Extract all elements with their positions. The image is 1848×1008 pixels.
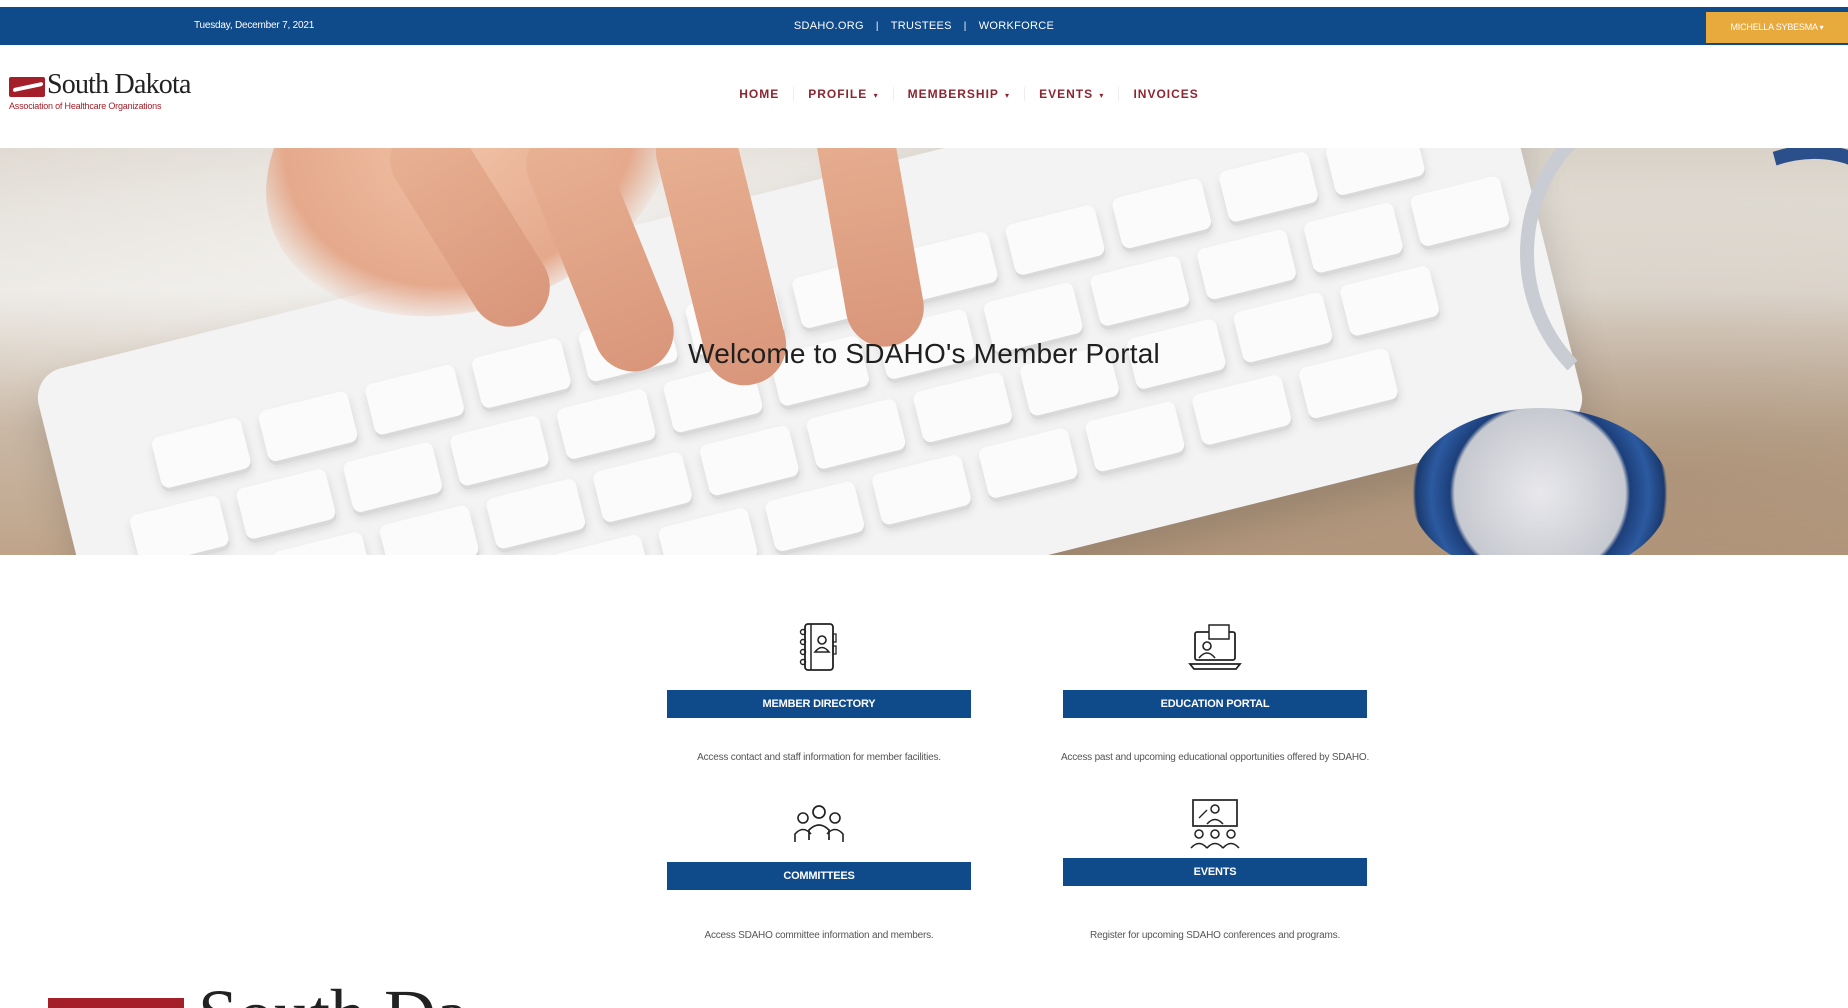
nav-membership[interactable]: MEMBERSHIP ▾ [894, 87, 1026, 101]
key [271, 530, 374, 555]
key [911, 370, 1014, 444]
tile-committees: COMMITTEES Access SDAHO committee inform… [667, 796, 971, 941]
tile-events: EVENTS Register for upcoming SDAHO confe… [1063, 796, 1367, 941]
user-menu-button[interactable]: MICHELLA SYBESMA ▾ [1706, 12, 1848, 43]
events-description: Register for upcoming SDAHO conferences … [1089, 930, 1341, 941]
hero-banner: Welcome to SDAHO's Member Portal [0, 148, 1848, 555]
user-name: MICHELLA SYBESMA [1730, 22, 1818, 32]
tile-member-directory: MEMBER DIRECTORY Access contact and staf… [667, 618, 971, 763]
link-workforce[interactable]: WORKFORCE [979, 20, 1054, 32]
link-sdaho-org[interactable]: SDAHO.ORG [794, 20, 864, 32]
nav-profile-label: PROFILE [808, 87, 868, 101]
key [1195, 228, 1298, 301]
laptop-video-icon [1188, 624, 1242, 670]
nav-membership-label: MEMBERSHIP [907, 87, 999, 101]
key [555, 387, 658, 461]
separator: | [963, 20, 967, 32]
member-directory-button[interactable]: MEMBER DIRECTORY [667, 690, 971, 718]
footer-logo-emblem-icon [48, 998, 184, 1008]
chevron-down-icon: ▾ [1819, 23, 1824, 32]
nav-events-label: EVENTS [1039, 87, 1094, 101]
key [1190, 373, 1293, 447]
key [870, 453, 973, 527]
key [1302, 201, 1405, 275]
committees-description: Access SDAHO committee information and m… [704, 930, 934, 941]
key [763, 480, 866, 553]
key [1217, 150, 1320, 224]
utility-links: SDAHO.ORG | TRUSTEES | WORKFORCE [0, 7, 1848, 45]
key [657, 506, 759, 555]
key [1338, 264, 1441, 338]
key [698, 424, 801, 497]
member-directory-description: Access contact and staff information for… [697, 752, 941, 763]
link-trustees[interactable]: TRUSTEES [891, 20, 952, 32]
key [805, 397, 907, 471]
committees-button[interactable]: COMMITTEES [667, 862, 971, 890]
key [448, 414, 551, 488]
nav-profile[interactable]: PROFILE ▾ [794, 87, 894, 101]
nav-invoices-label: INVOICES [1133, 87, 1199, 101]
hero-title: Welcome to SDAHO's Member Portal [688, 338, 1160, 369]
tile-education-portal: EDUCATION PORTAL Access past and upcomin… [1061, 618, 1369, 763]
key [1110, 177, 1213, 250]
nav-home[interactable]: HOME [725, 87, 795, 101]
key [257, 389, 359, 463]
education-portal-button[interactable]: EDUCATION PORTAL [1063, 690, 1367, 718]
nav-events[interactable]: EVENTS ▾ [1025, 87, 1120, 101]
logo-tagline: Association of Healthcare Organizations [9, 101, 162, 111]
address-book-icon [799, 623, 837, 671]
key [1088, 254, 1191, 328]
presentation-audience-icon [1190, 799, 1240, 849]
nav-home-label: HOME [739, 87, 780, 101]
group-people-icon [794, 805, 844, 842]
chevron-down-icon: ▾ [1005, 91, 1011, 100]
events-button[interactable]: EVENTS [1063, 858, 1367, 886]
key [1409, 174, 1512, 248]
key [363, 363, 466, 437]
chevron-down-icon: ▾ [873, 91, 879, 100]
key [1084, 400, 1186, 473]
education-portal-description: Access past and upcoming educational opp… [1060, 752, 1370, 763]
key [591, 450, 694, 524]
main-nav: HOME PROFILE ▾ MEMBERSHIP ▾ EVENTS ▾ INV… [0, 87, 1848, 101]
footer-logo-name: South Dako [198, 986, 468, 1008]
key [128, 494, 231, 555]
key [1324, 148, 1427, 197]
footer-logo: South Dako [48, 986, 468, 1008]
nav-invoices[interactable]: INVOICES [1119, 87, 1212, 101]
site-header: South Dakota Association of Healthcare O… [0, 45, 1848, 148]
key [977, 426, 1080, 500]
key [235, 467, 337, 541]
separator: | [875, 20, 879, 32]
chevron-down-icon: ▾ [1099, 91, 1105, 100]
key [341, 440, 444, 514]
key [1004, 203, 1106, 277]
key [150, 416, 253, 490]
key [378, 504, 481, 555]
key [550, 533, 653, 555]
top-utility-bar: Tuesday, December 7, 2021 SDAHO.ORG | TR… [0, 7, 1848, 45]
key [484, 477, 587, 551]
